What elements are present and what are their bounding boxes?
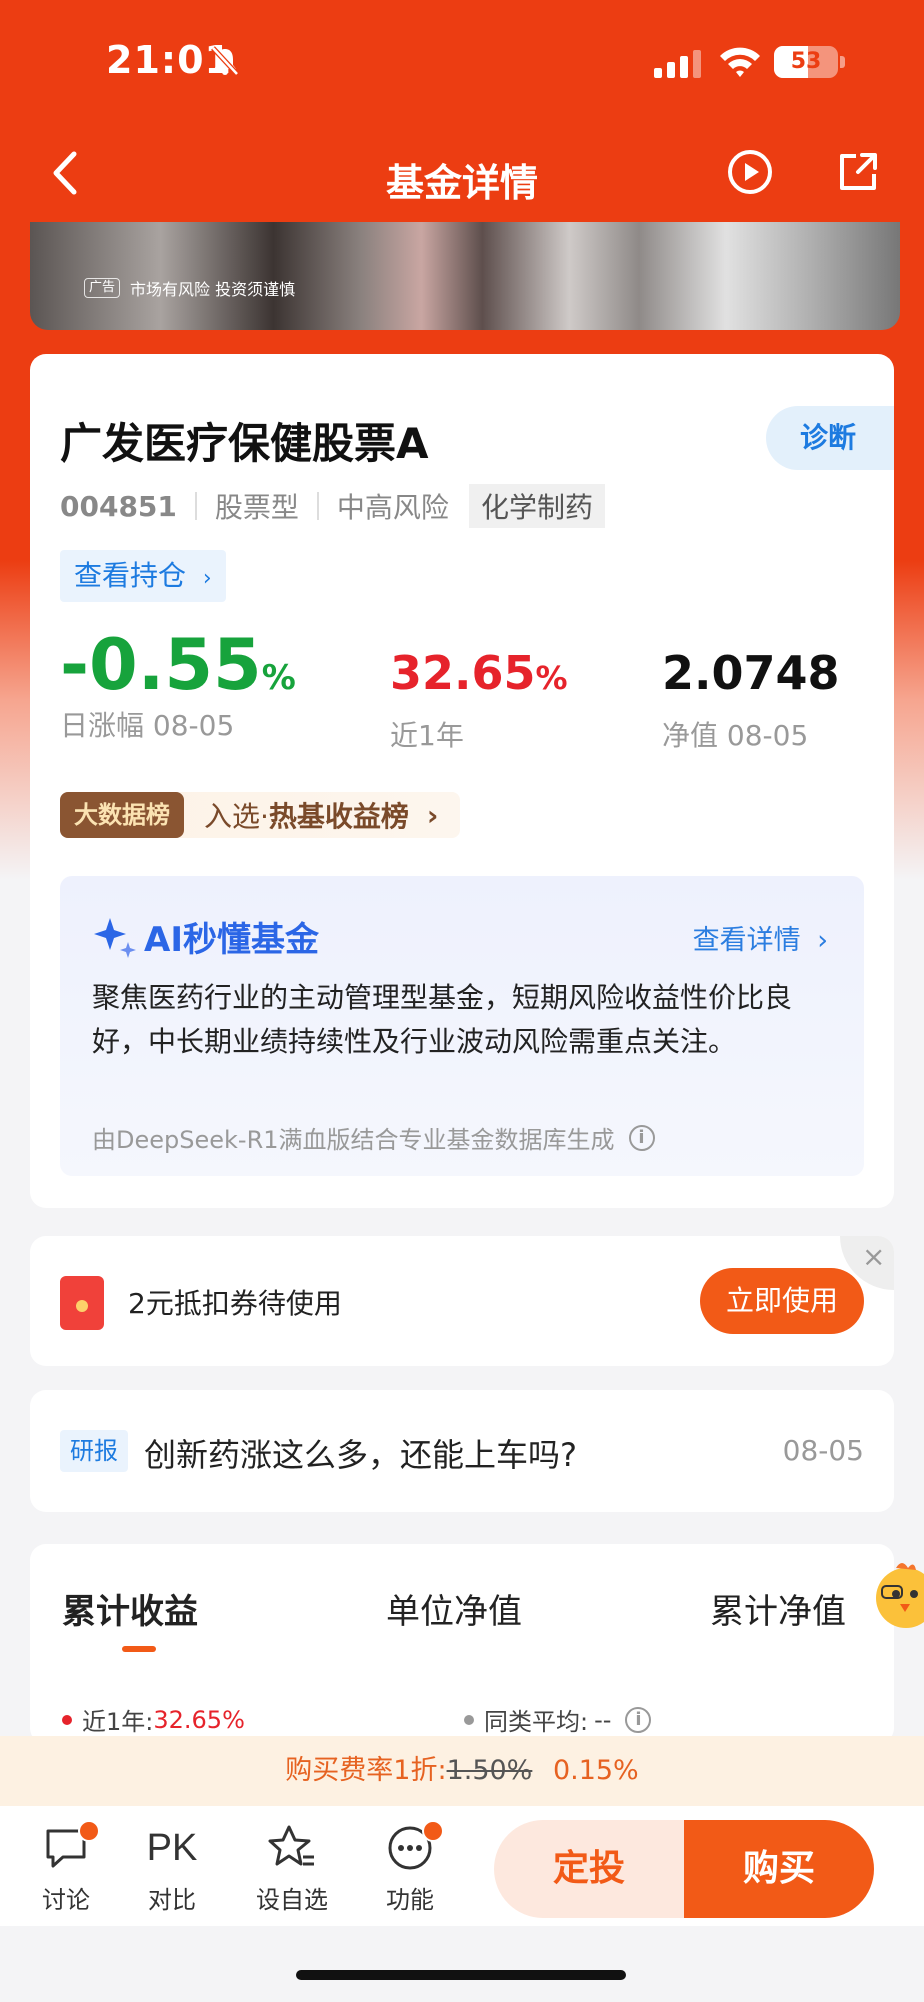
sip-button[interactable]: 定投: [494, 1820, 684, 1918]
chevron-right-icon: ›: [817, 925, 828, 956]
home-indicator[interactable]: [296, 1970, 626, 1980]
notification-badge: [78, 1820, 100, 1842]
divider: [194, 492, 197, 520]
purchase-fee-bar: 购买费率1折:1.50% 0.15%: [0, 1736, 924, 1806]
fund-meta: 004851 股票型 中高风险 化学制药: [60, 484, 605, 528]
discuss-button[interactable]: 讨论: [26, 1820, 106, 1915]
functions-button[interactable]: 功能: [370, 1820, 450, 1915]
compare-label: 对比: [148, 1886, 196, 1914]
performance-tabs-card: 累计收益 单位净值 累计净值 近1年: 32.65% 同类平均: -- i: [30, 1544, 894, 1744]
ai-summary-box: AI秒懂基金 查看详情 › 聚焦医药行业的主动管理型基金，短期风险收益性价比良好…: [60, 876, 864, 1176]
divider: [316, 492, 319, 520]
star-list-icon: [268, 1825, 314, 1866]
pk-icon: PK: [146, 1826, 198, 1869]
coupon-label: 2元抵扣券待使用: [128, 1287, 342, 1320]
fund-type: 股票型: [214, 491, 299, 524]
fee-original: 1.50%: [446, 1755, 533, 1786]
tab-cumulative-nav[interactable]: 累计净值: [710, 1584, 846, 1633]
one-year-block: 32.65% 近1年: [390, 646, 568, 754]
rank-prefix: 入选·: [204, 800, 269, 833]
ai-view-details-label: 查看详情: [692, 925, 801, 956]
daily-change-label: 日涨幅 08-05: [60, 709, 235, 742]
report-tag: 研报: [60, 1430, 128, 1472]
add-favorite-button[interactable]: 设自选: [252, 1820, 332, 1915]
legend-one-year: 近1年: 32.65%: [62, 1702, 245, 1737]
tab-unit-nav[interactable]: 单位净值: [386, 1584, 522, 1633]
functions-label: 功能: [386, 1886, 434, 1914]
one-year-label: 近1年: [390, 719, 464, 752]
one-year-value: 32.65: [390, 646, 536, 700]
ai-summary-footer: 由DeepSeek-R1满血版结合专业基金数据库生成 i: [92, 1120, 655, 1155]
ai-summary-title: AI秒懂基金: [92, 912, 319, 961]
tab-cumulative-return[interactable]: 累计收益: [62, 1584, 198, 1633]
ai-title-text: AI秒懂基金: [144, 920, 319, 960]
daily-change-value: -0.55: [60, 624, 262, 706]
chevron-right-icon: ›: [426, 798, 439, 832]
nav-label: 净值 08-05: [662, 719, 809, 752]
battery-indicator: 53: [774, 46, 838, 78]
notification-badge: [422, 1820, 444, 1842]
navigation-bar: 基金详情: [0, 130, 924, 220]
use-coupon-button[interactable]: 立即使用: [700, 1268, 864, 1334]
legend-dot: [62, 1714, 72, 1725]
coupon-card: 2元抵扣券待使用 立即使用 ×: [30, 1236, 894, 1366]
play-icon[interactable]: [726, 148, 774, 196]
nav-value: 2.0748: [662, 646, 840, 700]
fund-code: 004851: [60, 489, 177, 523]
legend-dot: [464, 1714, 474, 1725]
daily-change-unit: %: [261, 658, 296, 698]
active-tab-indicator: [122, 1646, 156, 1652]
legend-category-average: 同类平均: -- i: [464, 1702, 652, 1737]
red-envelope-icon: [60, 1276, 104, 1330]
buy-button[interactable]: 购买: [684, 1820, 874, 1918]
ad-tag: 广告: [84, 278, 121, 298]
wifi-icon: [720, 47, 760, 77]
legend-average-label: 同类平均:: [484, 1708, 589, 1736]
fund-risk: 中高风险: [336, 491, 449, 524]
one-year-unit: %: [535, 659, 568, 697]
fund-name: 广发医疗保健股票A: [60, 419, 429, 468]
home-indicator-area: [0, 1926, 924, 2002]
fee-prefix: 购买费率1折:: [285, 1755, 447, 1786]
ad-disclaimer: 市场有风险 投资须谨慎: [130, 280, 296, 299]
battery-tip: [840, 56, 845, 68]
ranking-banner[interactable]: 大数据榜 入选·热基收益榜 ›: [60, 792, 461, 838]
page-title: 基金详情: [385, 161, 538, 205]
research-report-card[interactable]: 研报 创新药涨这么多，还能上车吗? 08-05: [30, 1390, 894, 1512]
diagnose-button[interactable]: 诊断: [766, 406, 894, 470]
view-holdings-button[interactable]: 查看持仓 ›: [60, 550, 226, 602]
legend-one-year-label: 近1年:: [82, 1708, 154, 1736]
nav-block: 2.0748 净值 08-05: [662, 646, 840, 754]
fund-summary-card: 广发医疗保健股票A 诊断 004851 股票型 中高风险 化学制药 查看持仓 ›…: [30, 354, 894, 1208]
sparkle-icon: [94, 917, 136, 958]
add-favorite-label: 设自选: [256, 1886, 328, 1914]
big-data-rank-badge: 大数据榜: [60, 792, 184, 838]
mascot-chick-icon[interactable]: [866, 1556, 924, 1636]
ad-banner[interactable]: 广告 市场有风险 投资须谨慎: [30, 222, 900, 330]
ai-footer-text: 由DeepSeek-R1满血版结合专业基金数据库生成: [92, 1126, 615, 1154]
share-icon[interactable]: [834, 148, 882, 196]
chevron-right-icon: ›: [202, 566, 212, 591]
rank-name: 热基收益榜: [268, 800, 409, 833]
sector-tag[interactable]: 化学制药: [468, 484, 605, 528]
info-icon[interactable]: i: [625, 1706, 652, 1733]
info-icon[interactable]: i: [628, 1124, 655, 1151]
fee-discounted: 0.15%: [552, 1755, 639, 1786]
legend-one-year-value: 32.65%: [153, 1705, 245, 1734]
ai-view-details-link[interactable]: 查看详情 ›: [693, 918, 828, 957]
compare-button[interactable]: PK 对比: [132, 1820, 212, 1915]
daily-change-block: -0.55% 日涨幅 08-05: [60, 624, 296, 744]
view-holdings-label: 查看持仓: [74, 559, 187, 592]
report-date: 08-05: [782, 1434, 864, 1467]
discuss-label: 讨论: [42, 1886, 90, 1914]
bell-muted-icon: [211, 46, 239, 76]
status-bar: 21:01 53: [0, 0, 924, 120]
report-title: 创新药涨这么多，还能上车吗?: [144, 1436, 577, 1474]
battery-level: 53: [790, 49, 822, 74]
ai-summary-text: 聚焦医药行业的主动管理型基金，短期风险收益性价比良好，中长期业绩持续性及行业波动…: [92, 981, 793, 1058]
cellular-signal-icon: [654, 50, 701, 78]
bottom-action-bar: 讨论 PK 对比 设自选 功能 定投 购买: [0, 1806, 924, 1926]
legend-average-value: --: [594, 1705, 612, 1734]
